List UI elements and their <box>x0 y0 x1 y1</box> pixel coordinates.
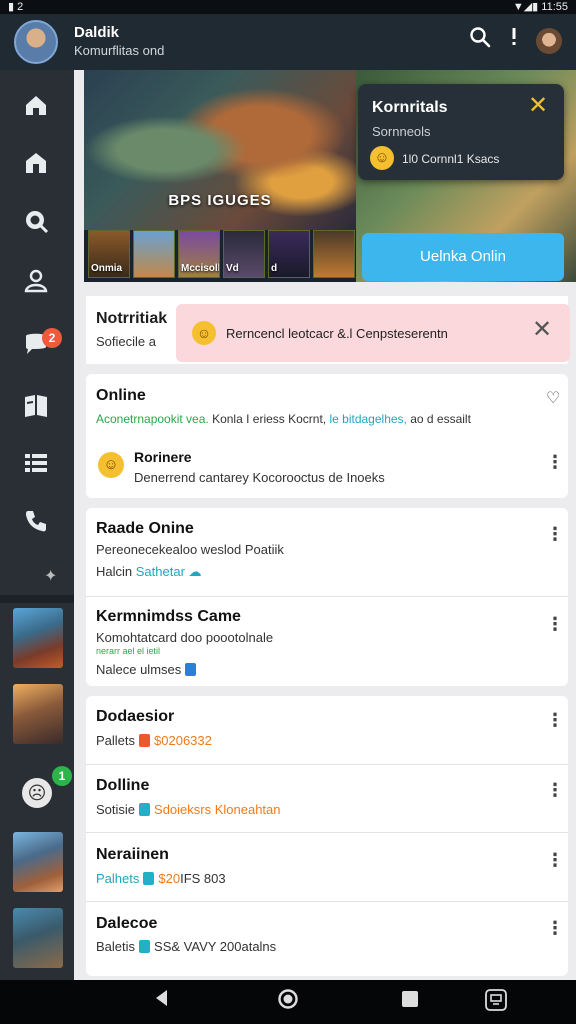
channel-thumb-2[interactable] <box>13 684 63 744</box>
notification-subtitle: Sofiecile a <box>96 334 156 349</box>
tag-icon <box>143 872 155 885</box>
item-line: nerarr ael el ietil <box>96 646 161 656</box>
heart-icon[interactable]: ♡ <box>546 388 560 408</box>
search-icon[interactable] <box>466 26 494 54</box>
channel-thumb-4[interactable] <box>13 908 63 968</box>
more-vert-icon[interactable]: ⋮ <box>546 614 564 635</box>
tag-icon <box>139 803 151 816</box>
channel-thumb-3[interactable] <box>13 832 63 892</box>
assistant-icon[interactable] <box>482 988 510 1016</box>
hero-cell[interactable] <box>133 230 175 278</box>
hero-cell[interactable]: d <box>268 230 310 278</box>
popup-subtitle: Sornneols <box>372 124 431 139</box>
app-header: Daldik Komurflitas ond <box>0 14 576 70</box>
header-subtitle: Komurflitas ond <box>74 43 165 58</box>
more-vert-icon[interactable] <box>500 26 528 54</box>
channel-thumb-1[interactable] <box>13 608 63 668</box>
notification-title: Notrritiak <box>96 310 168 327</box>
popup-text: 1l0 Cornnl1 Ksacs <box>402 152 500 166</box>
item-line: Pereonecekealoo weslod Poatiik <box>96 542 284 557</box>
hero-strip: Onmia Mccisollks Vd d <box>88 230 356 280</box>
cloud-icon: ☁ <box>184 564 202 579</box>
toast-banner: ☺ Rerncencl leotcacr &.l Cenpsteserentn … <box>176 304 570 362</box>
cta-button[interactable]: Uelnka Onlin <box>362 233 564 281</box>
more-vert-icon[interactable]: ⋮ <box>546 918 564 939</box>
sub-item-title: Rorinere <box>134 449 192 465</box>
divider <box>86 596 568 597</box>
channel-avatar[interactable] <box>14 20 58 64</box>
users-icon[interactable] <box>20 268 52 300</box>
home-circle-icon[interactable] <box>274 988 302 1016</box>
more-vert-icon[interactable]: ⋮ <box>546 710 564 731</box>
header-title: Daldik <box>74 24 120 41</box>
chat-badge: 2 <box>42 328 62 348</box>
notification-popup: Kornritals Sornneols ✕ ☺ 1l0 Cornnl1 Ksa… <box>358 84 564 180</box>
toast-text: Rerncencl leotcacr &.l Cenpsteserentn <box>226 326 448 341</box>
item-line: Halcin Sathetar ☁ <box>96 564 202 579</box>
status-bar: ▮ 2 ▼◢▮ 11:55 <box>0 0 576 14</box>
online-title: Online <box>96 387 146 404</box>
item-line: Pallets $0206332 <box>96 733 212 748</box>
bot-face-icon[interactable]: ☹ <box>22 778 52 808</box>
hero-cell[interactable]: Vd <box>223 230 265 278</box>
item-title: Dodaesior <box>96 708 175 725</box>
item-title: Kermnimdss Came <box>96 608 241 625</box>
item-line: Sotisie Sdoieksrs Kloneahtan <box>96 802 281 817</box>
recents-icon[interactable] <box>396 988 424 1016</box>
system-nav-bar <box>0 980 576 1024</box>
hero-cell[interactable]: Mccisollks <box>178 230 220 278</box>
emoji-icon: ☺ <box>192 321 216 345</box>
tag-icon <box>185 663 197 676</box>
item-line: Baletis SS& VAVY 200atalns <box>96 939 277 954</box>
store-icon[interactable] <box>20 150 52 182</box>
popup-title: Kornritals <box>372 99 448 116</box>
grid-icon[interactable] <box>20 450 52 482</box>
item-title: Neraiinen <box>96 846 169 863</box>
sub-item-text: Denerrend cantarey Kocorooctus de Inoeks <box>134 470 385 485</box>
divider <box>86 832 568 833</box>
sidebar: 2 ✦ ☹ 1 <box>0 70 74 980</box>
more-vert-icon[interactable]: ⋮ <box>546 850 564 871</box>
close-icon[interactable]: ✕ <box>532 318 552 342</box>
divider <box>86 764 568 765</box>
home-icon[interactable] <box>20 92 52 124</box>
close-icon[interactable]: ✕ <box>528 94 548 118</box>
hero-cell[interactable] <box>313 230 355 278</box>
item-line: Palhets $20IFS 803 <box>96 871 226 886</box>
online-badge: 1 <box>52 766 72 786</box>
item-title: Raade Onine <box>96 520 194 537</box>
item-line: Komohtatcard doo poootolnale <box>96 630 274 645</box>
phone-icon[interactable] <box>20 508 52 540</box>
profile-avatar[interactable] <box>536 28 562 54</box>
status-right: ▼◢▮ 11:55 <box>512 1 568 13</box>
back-icon[interactable] <box>148 988 176 1016</box>
banner-caption: BPS IGUGES <box>168 192 272 209</box>
hero-cell[interactable]: Onmia <box>88 230 130 278</box>
tag-icon <box>139 734 151 747</box>
online-description: Aconetrnapookit vea. Konla I eriess Kocr… <box>96 412 471 426</box>
online-card: Online ♡ Aconetrnapookit vea. Konla I er… <box>86 374 568 498</box>
emoji-icon: ☺ <box>98 452 124 478</box>
more-vert-icon[interactable]: ⋮ <box>546 452 564 473</box>
emoji-icon: ☺ <box>370 146 394 170</box>
item-title: Dalecoe <box>96 915 158 932</box>
pin-icon[interactable]: ✦ <box>44 566 57 586</box>
tag-icon <box>139 940 151 953</box>
item-title: Dolline <box>96 777 150 794</box>
group-card-1: Raade Onine Pereonecekealoo weslod Poati… <box>86 508 568 686</box>
sidebar-divider <box>0 595 74 603</box>
game-banner[interactable]: BPS IGUGES Onmia Mccisollks Vd d <box>84 70 356 282</box>
status-left: ▮ 2 <box>8 1 24 13</box>
group-card-2: Dodaesior Pallets $0206332 ⋮ Dolline Soti… <box>86 696 568 976</box>
more-vert-icon[interactable]: ⋮ <box>546 780 564 801</box>
more-vert-icon[interactable]: ⋮ <box>546 524 564 545</box>
item-line: Nalece ulmses <box>96 662 200 677</box>
book-icon[interactable] <box>20 392 52 424</box>
search-chat-icon[interactable] <box>20 208 52 240</box>
divider <box>86 901 568 902</box>
